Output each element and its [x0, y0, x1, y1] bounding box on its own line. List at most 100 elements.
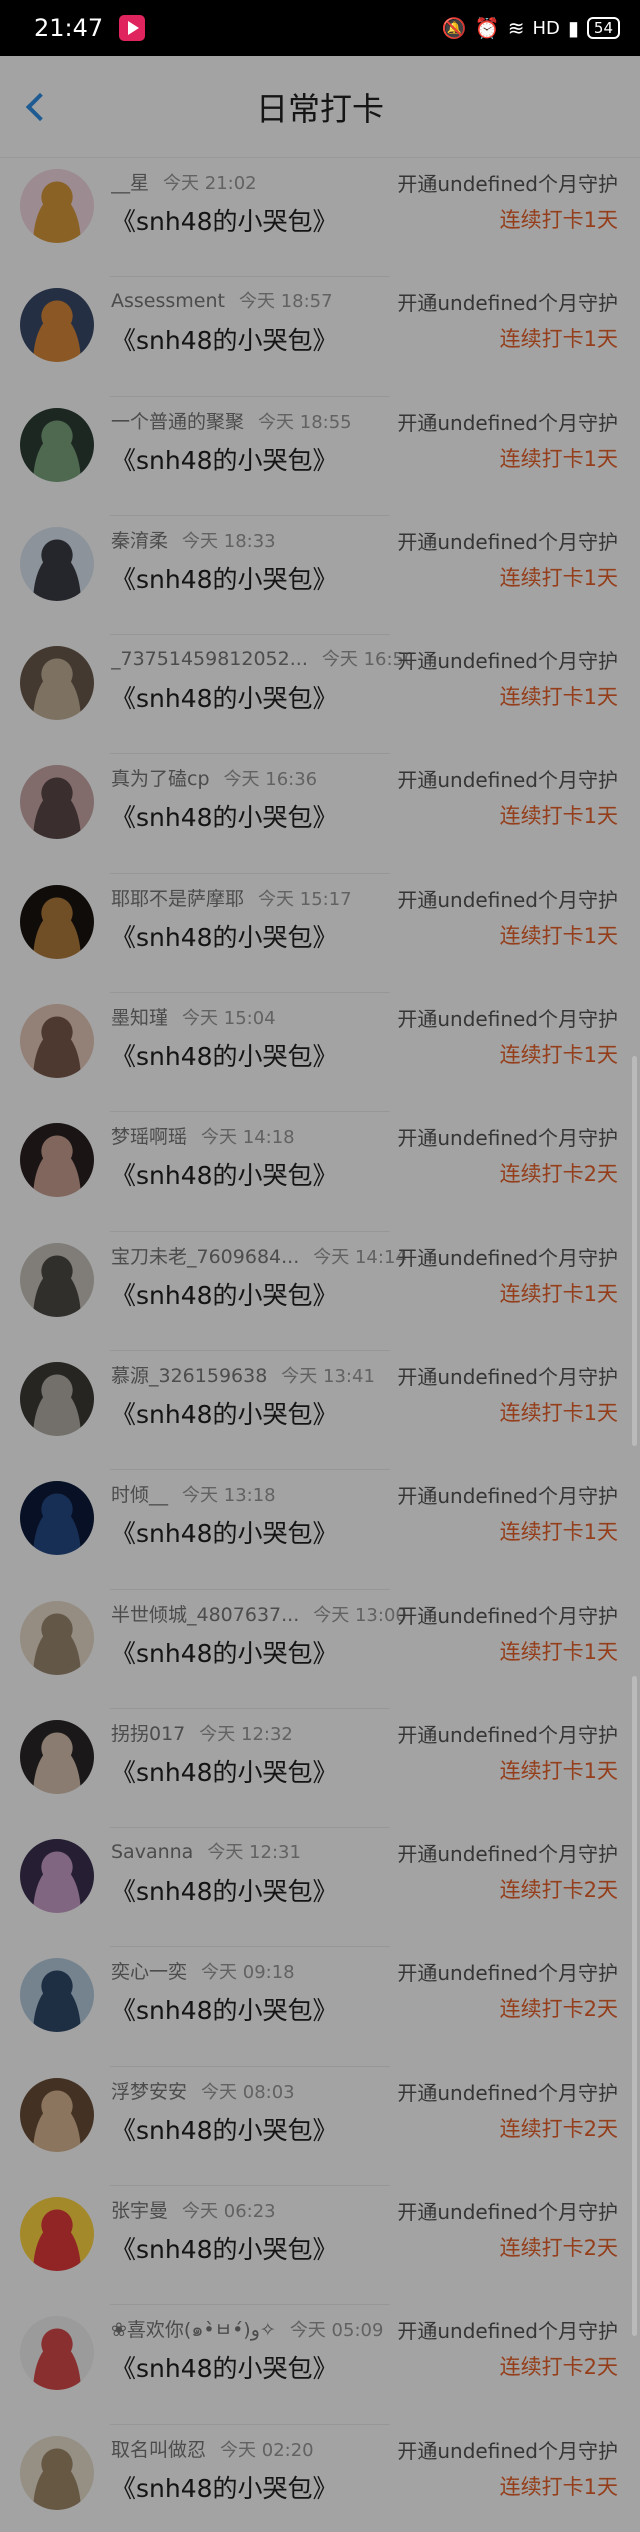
user-name: 耶耶不是萨摩耶	[111, 887, 245, 910]
guard-info: 开通undefined个月守护	[397, 1961, 618, 1986]
user-name: 张宇曼	[111, 2200, 169, 2223]
streak-info: 连续打卡1天	[499, 2474, 618, 2499]
avatar[interactable]	[20, 2077, 94, 2152]
avatar[interactable]	[20, 2316, 94, 2391]
user-name: Savanna	[111, 1841, 194, 1864]
avatar[interactable]	[20, 2435, 94, 2510]
status-right: 🔕 ⏰ ≋ HD ▮ 54	[442, 16, 620, 40]
user-line: 真为了磕cp 今天 16:36	[111, 764, 317, 791]
list-item[interactable]: 梦瑶啊瑶 今天 14:18 《snh48的小哭包》 开通undefined个月守护 连续…	[0, 1112, 640, 1232]
streak-info: 连续打卡1天	[499, 327, 618, 352]
checkin-time: 今天 15:17	[258, 888, 352, 910]
list-item[interactable]: 一个普通的聚聚 今天 18:55 《snh48的小哭包》 开通undefined个月守…	[0, 397, 640, 516]
avatar[interactable]	[20, 1361, 94, 1436]
video-app-icon	[119, 15, 146, 41]
list-item[interactable]: 宝刀未老_7609684... 今天 14:14 《snh48的小哭包》 开通unde…	[0, 1232, 640, 1351]
avatar[interactable]	[20, 288, 94, 363]
streak-info: 连续打卡1天	[499, 1400, 618, 1425]
streak-info: 连续打卡2天	[499, 2355, 618, 2380]
checkin-time: 今天 13:41	[281, 1365, 375, 1387]
checkin-content: 《snh48的小哭包》	[111, 1638, 338, 1668]
user-name: ❀喜欢你(๑•̀ㅂ•́)و✧	[111, 2319, 276, 2342]
checkin-content: 《snh48的小哭包》	[111, 207, 338, 236]
checkin-time: 今天 15:04	[182, 1008, 276, 1030]
guard-info: 开通undefined个月守护	[397, 1842, 618, 1867]
streak-info: 连续打卡1天	[499, 804, 618, 829]
avatar[interactable]	[20, 1123, 94, 1198]
avatar[interactable]	[20, 526, 94, 601]
list-item[interactable]: 浮梦安安 今天 08:03 《snh48的小哭包》 开通undefined个月守护 连续…	[0, 2067, 640, 2187]
guard-info: 开通undefined个月守护	[397, 1007, 618, 1032]
checkin-time: 今天 21:02	[163, 173, 257, 194]
list-item[interactable]: ❀喜欢你(๑•̀ㅂ•́)و✧ 今天 05:09 《snh48的小哭包》 开通undef…	[0, 2305, 640, 2425]
checkin-list[interactable]: __星 今天 21:02 《snh48的小哭包》 开通undefined个月守护 连续打…	[0, 158, 640, 2532]
checkin-time: 今天 08:03	[201, 2081, 295, 2103]
list-item[interactable]: _73751459812052... 今天 16:50 《snh48的小哭包》 开通u…	[0, 635, 640, 755]
checkin-content: 《snh48的小哭包》	[111, 2473, 338, 2503]
checkin-time: 今天 18:57	[238, 291, 333, 313]
user-line: 拐拐017 今天 12:32	[111, 1719, 293, 1746]
streak-info: 连续打卡1天	[499, 685, 618, 710]
checkin-content: 《snh48的小哭包》	[111, 1996, 338, 2026]
list-item[interactable]: __星 今天 21:02 《snh48的小哭包》 开通undefined个月守护 连续打…	[0, 158, 640, 278]
streak-info: 连续打卡1天	[499, 446, 618, 471]
avatar[interactable]	[20, 1839, 94, 1914]
streak-info: 连续打卡1天	[499, 1758, 618, 1783]
avatar[interactable]	[20, 407, 94, 482]
streak-info: 连续打卡2天	[499, 1162, 618, 1187]
list-item[interactable]: Assessment 今天 18:57 《snh48的小哭包》 开通undefined…	[0, 277, 640, 397]
network-type: HD	[532, 17, 560, 39]
avatar[interactable]	[20, 1719, 94, 1794]
user-line: 时倾__ 今天 13:18	[111, 1480, 276, 1507]
status-bar: 21:47 🔕 ⏰ ≋ HD ▮ 54	[0, 0, 640, 56]
avatar[interactable]	[20, 884, 94, 959]
avatar[interactable]	[20, 1242, 94, 1317]
list-item[interactable]: 时倾__ 今天 13:18 《snh48的小哭包》 开通undefined个月守护 连续…	[0, 1470, 640, 1590]
user-line: Assessment 今天 18:57	[111, 287, 333, 313]
checkin-content: 《snh48的小哭包》	[111, 1399, 338, 1429]
list-item[interactable]: 慕源_326159638 今天 13:41 《snh48的小哭包》 开通undefin…	[0, 1351, 640, 1471]
checkin-time: 今天 14:18	[201, 1127, 295, 1149]
back-button[interactable]	[22, 87, 55, 127]
list-item[interactable]: 取名叫做忍 今天 02:20 《snh48的小哭包》 开通undefined个月守护连…	[0, 2425, 640, 2532]
user-name: 取名叫做忍	[111, 2438, 207, 2461]
checkin-content: 《snh48的小哭包》	[111, 2115, 338, 2145]
list-item[interactable]: 秦淯柔 今天 18:33 《snh48的小哭包》 开通undefined个月守护 连续打…	[0, 516, 640, 636]
user-name: __星	[111, 172, 150, 194]
list-item[interactable]: 耶耶不是萨摩耶 今天 15:17 《snh48的小哭包》 开通undefined个月守…	[0, 874, 640, 994]
avatar[interactable]	[20, 1004, 94, 1079]
avatar[interactable]	[20, 1958, 94, 2033]
guard-info: 开通undefined个月守护	[397, 2319, 618, 2344]
list-item[interactable]: 半世倾城_4807637... 今天 13:00 《snh48的小哭包》 开通unde…	[0, 1590, 640, 1709]
avatar[interactable]	[20, 1481, 94, 1556]
user-line: ❀喜欢你(๑•̀ㅂ•́)و✧ 今天 05:09	[111, 2315, 383, 2345]
checkin-time: 今天 12:31	[207, 1842, 301, 1864]
list-item[interactable]: 张宇曼 今天 06:23 《snh48的小哭包》 开通undefined个月守护 连续打…	[0, 2186, 640, 2306]
list-item[interactable]: Savanna 今天 12:31 《snh48的小哭包》 开通undefined个月守…	[0, 1828, 640, 1948]
avatar[interactable]	[20, 2197, 94, 2272]
avatar[interactable]	[20, 765, 94, 840]
avatar[interactable]	[20, 169, 94, 243]
user-line: 耶耶不是萨摩耶 今天 15:17	[111, 884, 352, 911]
checkin-content: 《snh48的小哭包》	[111, 803, 338, 833]
avatar[interactable]	[20, 646, 94, 721]
status-time: 21:47	[34, 14, 104, 42]
user-line: 一个普通的聚聚 今天 18:55	[111, 407, 352, 434]
checkin-content: 《snh48的小哭包》	[111, 1161, 338, 1191]
list-item[interactable]: 奕心一奕 今天 09:18 《snh48的小哭包》 开通undefined个月守护 连续…	[0, 1947, 640, 2067]
user-name: 时倾__	[111, 1484, 169, 1507]
streak-info: 连续打卡1天	[499, 1639, 618, 1664]
list-item[interactable]: 真为了磕cp 今天 16:36 《snh48的小哭包》 开通undefined个月守护…	[0, 754, 640, 874]
checkin-time: 今天 09:18	[201, 1962, 295, 1984]
avatar[interactable]	[20, 1600, 94, 1675]
guard-info: 开通undefined个月守护	[397, 291, 618, 316]
battery-indicator: 54	[586, 17, 620, 39]
streak-info: 连续打卡1天	[499, 565, 618, 590]
list-item[interactable]: 墨知瑾 今天 15:04 《snh48的小哭包》 开通undefined个月守护 连续打…	[0, 993, 640, 1113]
list-item[interactable]: 拐拐017 今天 12:32 《snh48的小哭包》 开通undefined个月守护连…	[0, 1709, 640, 1829]
checkin-content: 《snh48的小哭包》	[111, 1757, 338, 1787]
user-name: 墨知瑾	[111, 1007, 169, 1030]
streak-info: 连续打卡1天	[499, 208, 618, 232]
user-name: 奕心一奕	[111, 1961, 188, 1984]
user-line: 宝刀未老_7609684... 今天 14:14	[111, 1242, 407, 1269]
